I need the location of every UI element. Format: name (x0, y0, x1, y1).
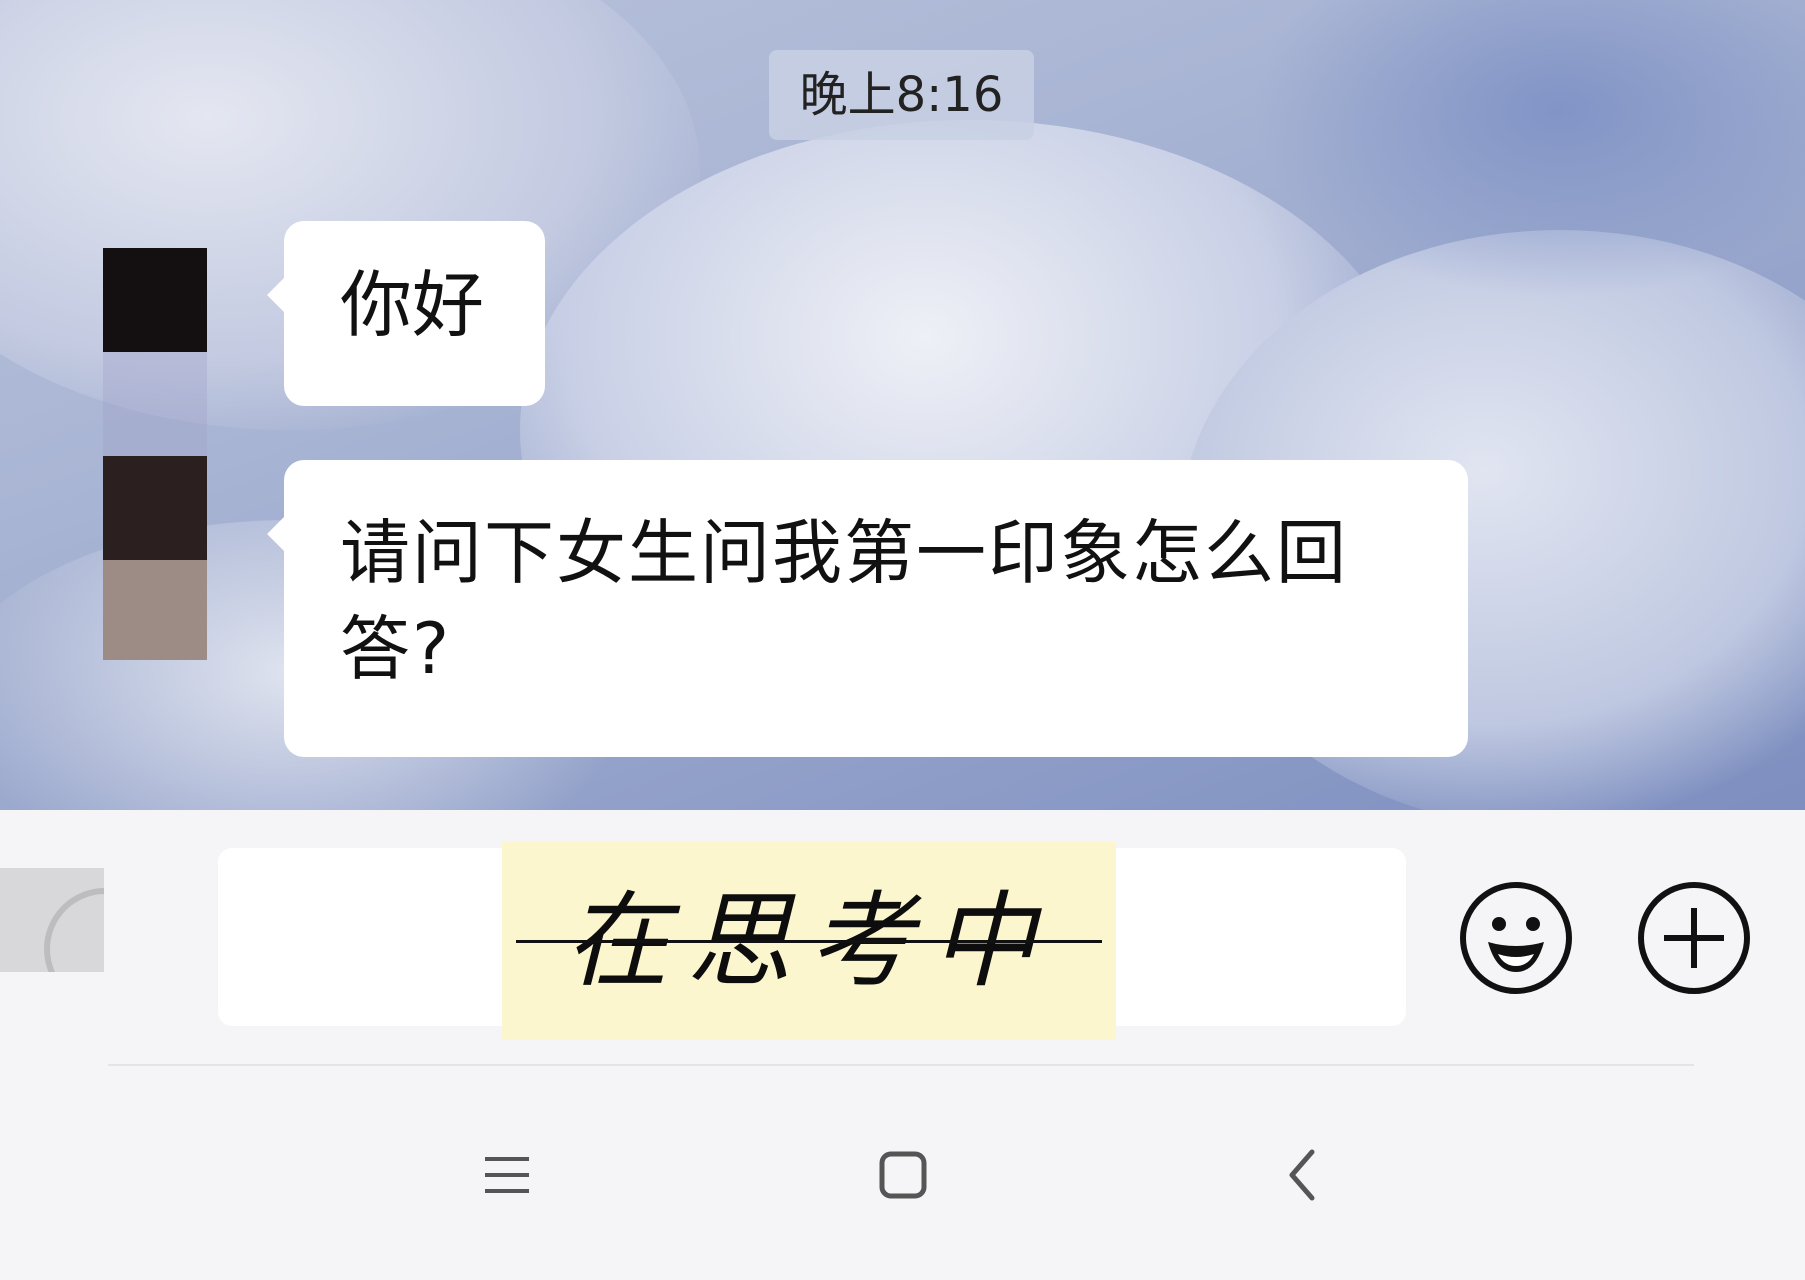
chat-area[interactable]: 晚上8:16 你好 请问下女生问我第一印象怎么回 答? (0, 0, 1805, 810)
back-icon[interactable] (1270, 1140, 1340, 1210)
avatar-shadow (103, 352, 207, 456)
message-bubble[interactable]: 请问下女生问我第一印象怎么回 答? (284, 460, 1468, 757)
message-text: 你好 (340, 263, 485, 347)
message-text-line: 答? (340, 608, 452, 690)
plus-icon[interactable] (1638, 882, 1750, 994)
menu-icon[interactable] (473, 1140, 543, 1210)
message-timestamp: 晚上8:16 (769, 50, 1034, 140)
emoji-icon[interactable] (1460, 882, 1572, 994)
home-icon[interactable] (868, 1140, 938, 1210)
message-text-line: 请问下女生问我第一印象怎么回 (340, 512, 1348, 594)
background-shape (1250, 0, 1805, 300)
message-bubble[interactable]: 你好 (284, 221, 545, 406)
avatar-lower-part (103, 560, 207, 660)
divider (108, 1064, 1694, 1066)
strikethrough-line (516, 940, 1102, 943)
voice-icon[interactable] (0, 868, 104, 972)
avatar[interactable] (103, 248, 207, 352)
avatar[interactable] (103, 456, 207, 560)
